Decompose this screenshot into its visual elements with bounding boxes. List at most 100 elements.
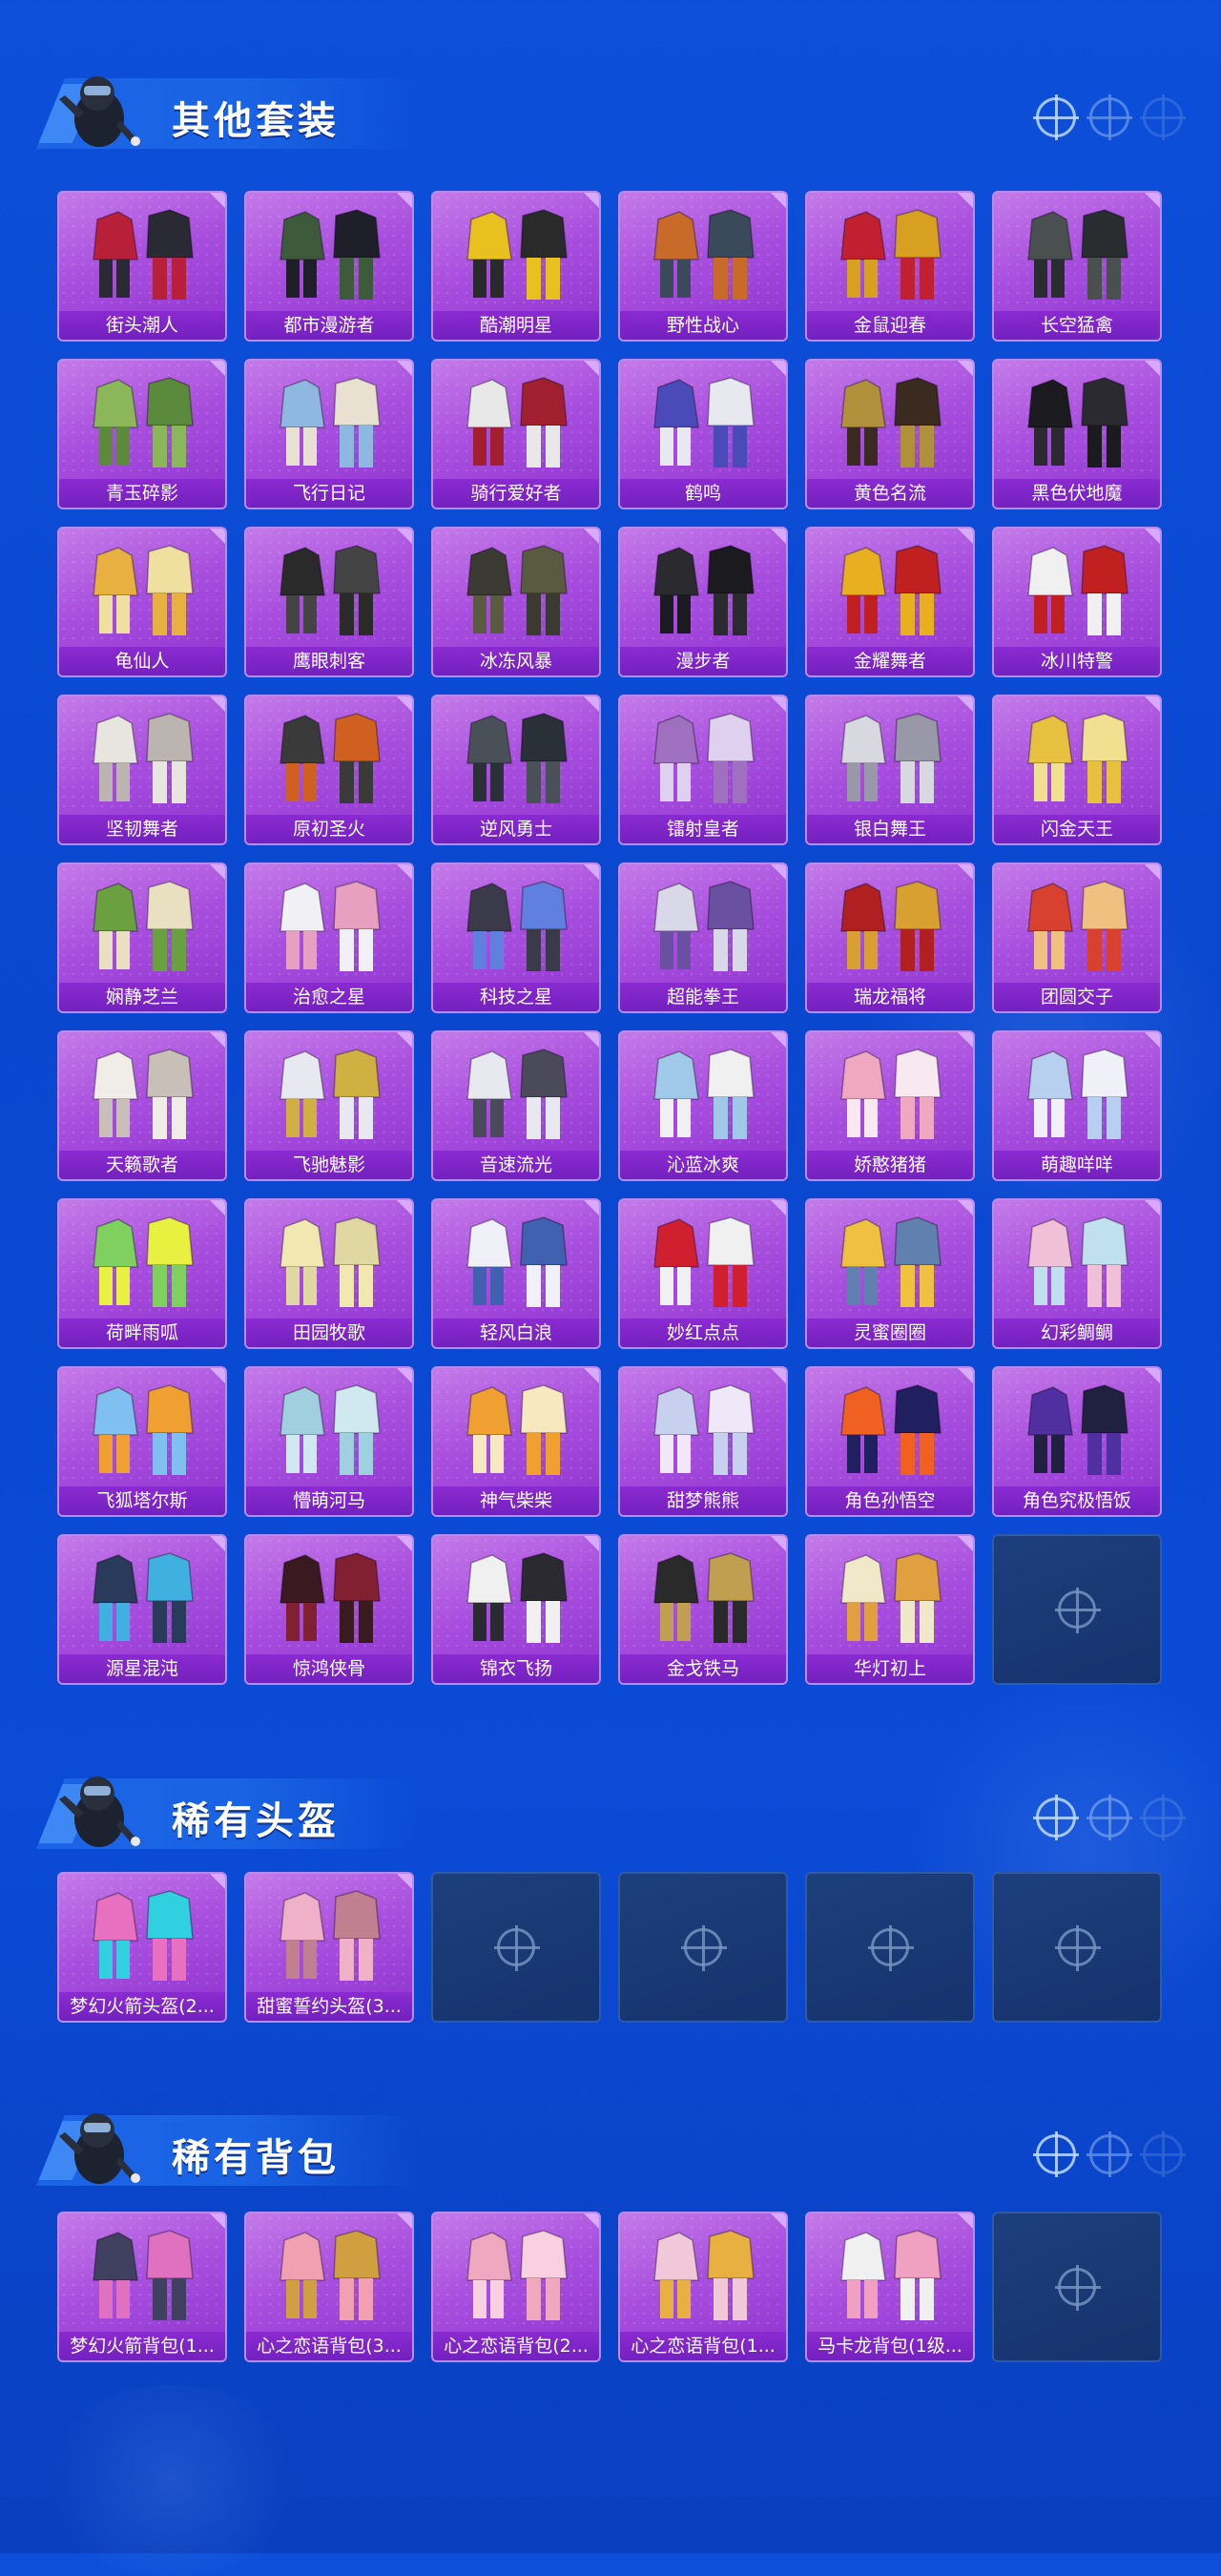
item-name: 华灯初上 — [807, 1654, 973, 1683]
item-card[interactable]: 原初圣火 — [244, 695, 414, 845]
item-card[interactable]: 龟仙人 — [57, 527, 227, 677]
item-card[interactable]: 马卡龙背包(1级... — [805, 2212, 975, 2362]
item-card[interactable]: 闪金天王 — [992, 695, 1162, 845]
item-card[interactable]: 青玉碎影 — [57, 359, 227, 509]
item-card[interactable]: 金戈铁马 — [618, 1534, 788, 1685]
crosshair-icon — [1140, 1795, 1186, 1840]
item-card[interactable]: 黑色伏地魔 — [992, 359, 1162, 509]
item-card[interactable]: 野性战心 — [618, 191, 788, 342]
card-corner — [1145, 1200, 1160, 1215]
item-card[interactable]: 荷畔雨呱 — [57, 1198, 227, 1349]
item-card[interactable]: 团圆交子 — [992, 862, 1162, 1013]
item-card[interactable]: 骑行爱好者 — [431, 359, 601, 509]
item-name: 源星混沌 — [59, 1654, 225, 1683]
item-card[interactable]: 街头潮人 — [57, 191, 227, 342]
item-card[interactable]: 角色究极悟饭 — [992, 1366, 1162, 1517]
item-name: 金鼠迎春 — [807, 311, 973, 340]
card-corner — [210, 529, 225, 544]
crosshair-icon — [1055, 1588, 1101, 1633]
item-name: 心之恋语背包(1... — [620, 2332, 786, 2360]
item-name: 心之恋语背包(3... — [246, 2332, 412, 2360]
bear-outfit-icon — [639, 1378, 771, 1483]
card-corner — [210, 864, 225, 880]
item-card[interactable]: 田园牧歌 — [244, 1198, 414, 1349]
fox-outfit-icon — [78, 1378, 210, 1483]
bee-outfit-icon — [826, 1210, 958, 1315]
item-card[interactable]: 飞驰魅影 — [244, 1030, 414, 1181]
item-card[interactable]: 轻风白浪 — [431, 1198, 601, 1349]
card-corner — [771, 864, 786, 880]
item-card[interactable]: 神气柴柴 — [431, 1366, 601, 1517]
item-card[interactable]: 冰冻风暴 — [431, 527, 601, 677]
item-card[interactable]: 镭射皇者 — [618, 695, 788, 845]
item-card[interactable]: 飞行日记 — [244, 359, 414, 509]
card-corner — [397, 1536, 412, 1551]
gold-outfit-icon — [1013, 706, 1145, 811]
red-dress-outfit-icon — [826, 202, 958, 307]
item-card[interactable]: 妙红点点 — [618, 1198, 788, 1349]
item-name: 娇憨猪猪 — [807, 1151, 973, 1179]
card-corner — [584, 193, 599, 208]
item-card[interactable]: 冰川特警 — [992, 527, 1162, 677]
item-card[interactable]: 黄色名流 — [805, 359, 975, 509]
item-card[interactable]: 华灯初上 — [805, 1534, 975, 1685]
item-card[interactable]: 萌趣咩咩 — [992, 1030, 1162, 1181]
item-name: 角色究极悟饭 — [994, 1486, 1160, 1515]
yellow-puffer-outfit-icon — [452, 202, 584, 307]
item-card[interactable]: 源星混沌 — [57, 1534, 227, 1685]
item-card[interactable]: 角色孙悟空 — [805, 1366, 975, 1517]
card-corner — [771, 2213, 786, 2229]
item-card[interactable]: 治愈之星 — [244, 862, 414, 1013]
item-card[interactable]: 坚韧舞者 — [57, 695, 227, 845]
item-card[interactable]: 梦幻火箭背包(1... — [57, 2212, 227, 2362]
card-corner — [210, 1536, 225, 1551]
item-card[interactable]: 酷潮明星 — [431, 191, 601, 342]
crosshair-icon — [1086, 94, 1132, 140]
item-card[interactable]: 娇憨猪猪 — [805, 1030, 975, 1181]
heart-backpack-3-icon — [265, 2223, 397, 2328]
item-card[interactable]: 心之恋语背包(1... — [618, 2212, 788, 2362]
card-corner — [771, 193, 786, 208]
item-name: 甜蜜誓约头盔(3... — [246, 1992, 412, 2021]
item-card[interactable]: 科技之星 — [431, 862, 601, 1013]
item-card[interactable]: 惊鸿侠骨 — [244, 1534, 414, 1685]
item-name: 镭射皇者 — [620, 815, 786, 843]
item-card[interactable]: 金耀舞者 — [805, 527, 975, 677]
item-card[interactable]: 音速流光 — [431, 1030, 601, 1181]
item-card[interactable]: 心之恋语背包(3... — [244, 2212, 414, 2362]
empty-slot — [992, 2212, 1162, 2362]
hawaiian-shirt-icon — [78, 538, 210, 643]
goku-figure-icon — [826, 1378, 958, 1483]
polka-outfit-icon — [639, 1210, 771, 1315]
card-corner — [210, 1032, 225, 1048]
item-name: 懵萌河马 — [246, 1486, 412, 1515]
item-card[interactable]: 长空猛禽 — [992, 191, 1162, 342]
item-card[interactable]: 沁蓝冰爽 — [618, 1030, 788, 1181]
crosshair-icon — [1033, 1795, 1079, 1840]
item-card[interactable]: 漫步者 — [618, 527, 788, 677]
item-name: 漫步者 — [620, 647, 786, 675]
item-card[interactable]: 甜梦熊熊 — [618, 1366, 788, 1517]
rocket-backpack-icon — [78, 2223, 210, 2328]
item-card[interactable]: 鹰眼刺客 — [244, 527, 414, 677]
item-card[interactable]: 鹤鸣 — [618, 359, 788, 509]
item-card[interactable]: 银白舞王 — [805, 695, 975, 845]
item-card[interactable]: 瑞龙福将 — [805, 862, 975, 1013]
item-card[interactable]: 甜蜜誓约头盔(3... — [244, 1872, 414, 2023]
item-card[interactable]: 飞狐塔尔斯 — [57, 1366, 227, 1517]
item-card[interactable]: 逆风勇士 — [431, 695, 601, 845]
item-card[interactable]: 梦幻火箭头盔(2... — [57, 1872, 227, 2023]
item-card[interactable]: 幻彩鲷鲷 — [992, 1198, 1162, 1349]
item-name: 原初圣火 — [246, 815, 412, 843]
item-card[interactable]: 心之恋语背包(2... — [431, 2212, 601, 2362]
item-card[interactable]: 都市漫游者 — [244, 191, 414, 342]
item-card[interactable]: 金鼠迎春 — [805, 191, 975, 342]
section-title: 其他套装 — [172, 99, 340, 143]
item-card[interactable]: 懵萌河马 — [244, 1366, 414, 1517]
item-card[interactable]: 超能拳王 — [618, 862, 788, 1013]
card-corner — [210, 1874, 225, 1889]
item-card[interactable]: 灵蜜圈圈 — [805, 1198, 975, 1349]
item-card[interactable]: 天籁歌者 — [57, 1030, 227, 1181]
item-card[interactable]: 锦衣飞扬 — [431, 1534, 601, 1685]
item-card[interactable]: 娴静芝兰 — [57, 862, 227, 1013]
